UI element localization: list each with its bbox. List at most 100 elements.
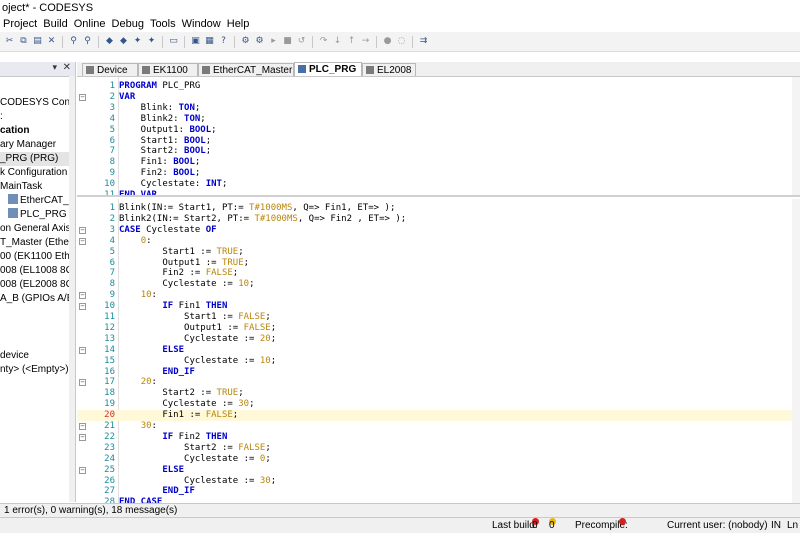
- cut-icon[interactable]: ✂: [4, 36, 15, 47]
- declaration-line[interactable]: 8 Fin1: BOOL;: [77, 157, 800, 168]
- tree-item-gpio[interactable]: A_B (GPIOs A/B): [0, 292, 75, 306]
- declaration-line[interactable]: 11 END_VAR: [77, 190, 800, 195]
- declaration-line[interactable]: 4 Blink2: TON;: [77, 114, 800, 125]
- menu-online[interactable]: Online: [71, 16, 109, 32]
- fold-toggle-icon[interactable]: −: [79, 226, 86, 234]
- nav-prev-icon[interactable]: ◆: [104, 36, 115, 47]
- step-over-icon[interactable]: ↷: [318, 36, 329, 47]
- fold-toggle-icon[interactable]: −: [79, 93, 86, 101]
- implementation-line[interactable]: 7 Fin2 := FALSE;: [77, 268, 800, 279]
- implementation-line[interactable]: − 4 0:: [77, 236, 800, 247]
- implementation-line[interactable]: − 3 CASE Cyclestate OF: [77, 225, 800, 236]
- tree-item-plc[interactable]: CODESYS Control for Ra: [0, 96, 75, 110]
- tree-item-application[interactable]: cation: [0, 124, 29, 138]
- fold-toggle-icon[interactable]: −: [79, 303, 86, 311]
- delete-icon[interactable]: ✕: [46, 36, 57, 47]
- tree-item-empty[interactable]: nty> (<Empty>): [0, 363, 69, 377]
- logout-icon[interactable]: ⚙: [254, 36, 265, 47]
- reset-icon[interactable]: ↺: [296, 36, 307, 47]
- declaration-line[interactable]: 7 Start2: BOOL;: [77, 146, 800, 157]
- compile-icon[interactable]: ⇉: [418, 36, 429, 47]
- implementation-editor[interactable]: 1 Blink(IN:= Start1, PT:= T#1000MS, Q=> F…: [77, 199, 800, 503]
- copy-icon[interactable]: ⧉: [18, 36, 29, 47]
- menu-tools[interactable]: Tools: [147, 16, 179, 32]
- menu-help[interactable]: Help: [224, 16, 253, 32]
- step-out-icon[interactable]: ↑: [346, 36, 357, 47]
- tree-scrollbar[interactable]: [69, 76, 75, 502]
- tree-item-el1008[interactable]: 008 (EL1008 8Ch. D: [0, 264, 75, 278]
- declaration-line[interactable]: 9 Fin2: BOOL;: [77, 168, 800, 179]
- menu-window[interactable]: Window: [179, 16, 224, 32]
- implementation-line[interactable]: 11 Start1 := FALSE;: [77, 312, 800, 323]
- implementation-line[interactable]: 8 Cyclestate := 10;: [77, 279, 800, 290]
- declaration-line[interactable]: 6 Start1: BOOL;: [77, 136, 800, 147]
- implementation-line[interactable]: 16 END_IF: [77, 367, 800, 378]
- find-icon[interactable]: ⚲: [68, 36, 79, 47]
- help-icon[interactable]: ?: [218, 36, 229, 47]
- start-icon[interactable]: ▸: [268, 36, 279, 47]
- menu-debug[interactable]: Debug: [109, 16, 147, 32]
- implementation-line[interactable]: 24 Cyclestate := 0;: [77, 454, 800, 465]
- tab-ek1100[interactable]: EK1100: [138, 63, 198, 76]
- implementation-line[interactable]: 13 Cyclestate := 20;: [77, 334, 800, 345]
- tree-item-device[interactable]: device: [0, 349, 29, 363]
- implementation-line[interactable]: − 17 20:: [77, 377, 800, 388]
- implementation-line[interactable]: 15 Cyclestate := 10;: [77, 356, 800, 367]
- fold-toggle-icon[interactable]: −: [79, 237, 86, 245]
- tree-item-ethercat-task[interactable]: EtherCAT_Master.: [8, 194, 75, 208]
- fold-toggle-icon[interactable]: −: [79, 433, 86, 441]
- implementation-line[interactable]: − 21 30:: [77, 421, 800, 432]
- implementation-line[interactable]: − 22 IF Fin2 THEN: [77, 432, 800, 443]
- tree-item-library-manager[interactable]: ary Manager: [0, 138, 56, 152]
- implementation-line[interactable]: 1 Blink(IN:= Start1, PT:= T#1000MS, Q=> F…: [77, 203, 800, 214]
- tab-el2008[interactable]: EL2008: [362, 63, 416, 76]
- paste-icon[interactable]: ▤: [32, 36, 43, 47]
- implementation-line[interactable]: 23 Start2 := FALSE;: [77, 443, 800, 454]
- breakpoint-icon[interactable]: ●: [382, 36, 393, 47]
- run-to-icon[interactable]: →: [360, 36, 371, 47]
- declaration-editor[interactable]: 1 PROGRAM PLC_PRG −2 VAR 3 Blink: TON; 4 Blin…: [77, 77, 800, 197]
- implementation-line[interactable]: 20 Fin1 := FALSE;: [77, 410, 800, 421]
- implementation-line[interactable]: − 14 ELSE: [77, 345, 800, 356]
- implementation-line[interactable]: 19 Cyclestate := 30;: [77, 399, 800, 410]
- messages-summary[interactable]: 1 error(s), 0 warning(s), 18 message(s): [0, 505, 177, 516]
- clear-all-icon[interactable]: ◌: [396, 36, 407, 47]
- bookmark-next-icon[interactable]: ✦: [146, 36, 157, 47]
- tab-ethercat-master[interactable]: EtherCAT_Master: [198, 63, 294, 76]
- tree-item-axis-pool[interactable]: on General Axis Pool: [0, 222, 75, 236]
- fold-toggle-icon[interactable]: −: [79, 292, 86, 300]
- implementation-line[interactable]: − 10 IF Fin1 THEN: [77, 301, 800, 312]
- fold-toggle-icon[interactable]: −: [79, 346, 86, 354]
- tab-plc-prg[interactable]: PLC_PRG×: [294, 62, 367, 76]
- find-next-icon[interactable]: ⚲: [82, 36, 93, 47]
- tree-item-plc-prg-call[interactable]: PLC_PRG: [8, 208, 67, 222]
- tree-item-plc-prg[interactable]: _PRG (PRG): [0, 152, 75, 166]
- declaration-line[interactable]: 5 Output1: BOOL;: [77, 125, 800, 136]
- stop-icon[interactable]: ■: [282, 36, 293, 47]
- implementation-line[interactable]: 5 Start1 := TRUE;: [77, 247, 800, 258]
- library-icon[interactable]: ▦: [204, 36, 215, 47]
- insert-icon[interactable]: ▣: [190, 36, 201, 47]
- window-icon[interactable]: ▭: [168, 36, 179, 47]
- tree-item-plc-logic[interactable]: :: [0, 110, 3, 124]
- declaration-scrollbar[interactable]: [792, 77, 800, 195]
- declaration-line[interactable]: 1 PROGRAM PLC_PRG: [77, 81, 800, 92]
- implementation-line[interactable]: − 25 ELSE: [77, 465, 800, 476]
- close-icon[interactable]: ✕: [63, 62, 71, 73]
- fold-toggle-icon[interactable]: −: [79, 379, 86, 387]
- implementation-line[interactable]: 18 Start2 := TRUE;: [77, 388, 800, 399]
- implementation-line[interactable]: − 9 10:: [77, 290, 800, 301]
- menu-build[interactable]: Build: [40, 16, 70, 32]
- implementation-line[interactable]: 26 Cyclestate := 30;: [77, 476, 800, 487]
- tree-item-el2008[interactable]: 008 (EL2008 8Ch. D: [0, 278, 75, 292]
- tab-device[interactable]: Device: [82, 63, 138, 76]
- messages-bar[interactable]: 1 error(s), 0 warning(s), 18 message(s): [0, 503, 800, 517]
- implementation-line[interactable]: 12 Output1 := FALSE;: [77, 323, 800, 334]
- declaration-line[interactable]: − 2 VAR: [77, 92, 800, 103]
- implementation-scrollbar[interactable]: [792, 199, 800, 503]
- login-icon[interactable]: ⚙: [240, 36, 251, 47]
- implementation-line[interactable]: 6 Output1 := TRUE;: [77, 258, 800, 269]
- fold-toggle-icon[interactable]: −: [79, 466, 86, 474]
- bookmark-icon[interactable]: ✦: [132, 36, 143, 47]
- tree-item-maintask[interactable]: MainTask: [0, 180, 42, 194]
